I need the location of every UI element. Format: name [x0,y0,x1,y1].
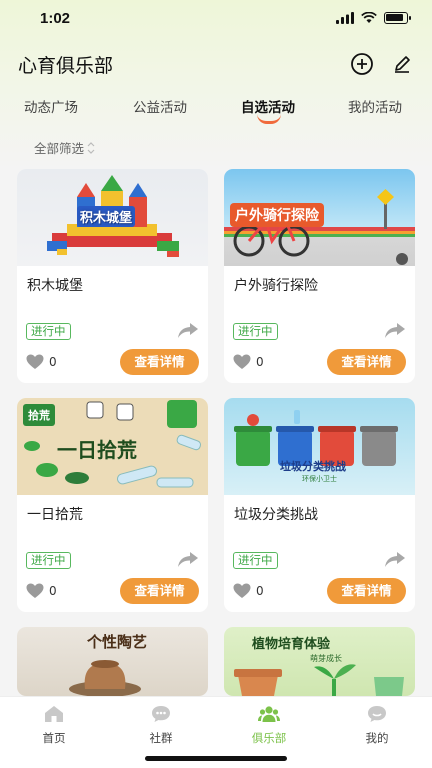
like-button[interactable]: 0 [233,583,264,599]
add-button[interactable] [348,50,376,78]
card-image: 植物培育体验 萌芽成长 [224,627,415,696]
edit-icon [395,56,410,73]
status-badge: 进行中 [233,323,278,340]
activity-card[interactable]: 垃圾分类挑战 环保小卫士 垃圾分类挑战 进行中 0 查看详情 [224,398,415,612]
card-image-title: 积木城堡 [77,206,136,227]
card-image: 积木城堡 [17,169,208,266]
card-image: 个性陶艺 [17,627,208,696]
activity-card[interactable]: 个性陶艺 [17,627,208,696]
view-details-button[interactable]: 查看详情 [327,349,406,375]
add-circle-icon [351,53,373,75]
signal-icon [336,12,354,24]
like-button[interactable]: 0 [26,583,57,599]
status-bar: 1:02 [0,0,432,40]
tab-bar: 动态广场 公益活动 自选活动 我的活动 [0,92,432,128]
tab-my-activities[interactable]: 我的活动 [348,96,402,116]
card-image-title: 垃圾分类挑战 [280,460,346,473]
share-icon[interactable] [384,321,406,339]
tab-dynamic-square[interactable]: 动态广场 [24,96,78,116]
header: 心育俱乐部 [0,44,432,84]
like-count: 0 [256,584,264,598]
card-image-title: 个性陶艺 [87,633,148,651]
edit-button[interactable] [388,50,416,78]
filter-label: 全部筛选 [34,141,85,156]
club-icon [258,706,280,722]
card-image-subtitle: 萌芽成长 [310,654,342,663]
card-title: 积木城堡 [27,278,83,294]
home-indicator [145,756,287,761]
tab-optional-activities[interactable]: 自选活动 [241,96,295,116]
card-title: 垃圾分类挑战 [234,507,318,523]
like-count: 0 [256,355,264,369]
status-badge: 进行中 [233,552,278,569]
like-count: 0 [49,355,57,369]
sort-icon [87,141,95,154]
heart-icon [26,354,44,369]
view-details-button[interactable]: 查看详情 [120,578,199,604]
status-badge: 进行中 [26,323,71,340]
nav-community-label: 社群 [149,731,173,745]
card-title: 户外骑行探险 [234,278,318,294]
view-details-button[interactable]: 查看详情 [120,349,199,375]
card-image: 拾荒 一日拾荒 [17,398,208,495]
activity-card[interactable]: 户外骑行探险 户外骑行探险 进行中 0 查看详情 [224,169,415,383]
nav-club[interactable]: 俱乐部 [229,705,309,746]
nav-home-label: 首页 [42,731,66,745]
status-icons [336,12,411,24]
like-button[interactable]: 0 [26,354,57,370]
nav-club-label: 俱乐部 [251,731,287,745]
nav-home[interactable]: 首页 [14,705,94,746]
share-icon[interactable] [177,550,199,568]
chat-icon [152,706,170,722]
battery-icon [384,12,411,24]
tab-public-welfare[interactable]: 公益活动 [133,96,187,116]
wifi-icon [361,12,377,23]
page-title: 心育俱乐部 [18,55,114,77]
nav-profile-label: 我的 [365,731,389,745]
activity-card[interactable]: 植物培育体验 萌芽成长 [224,627,415,696]
share-icon[interactable] [384,550,406,568]
like-button[interactable]: 0 [233,354,264,370]
like-count: 0 [49,584,57,598]
card-image: 户外骑行探险 [224,169,415,266]
view-details-button[interactable]: 查看详情 [327,578,406,604]
heart-icon [233,583,251,598]
nav-profile[interactable]: 我的 [337,705,417,746]
filter-dropdown[interactable]: 全部筛选 [34,138,95,157]
activity-card[interactable]: 积木城堡 积木城堡 进行中 0 查看详情 [17,169,208,383]
heart-icon [233,354,251,369]
status-badge: 进行中 [26,552,71,569]
heart-icon [26,583,44,598]
card-image-title: 一日拾荒 [57,438,137,462]
card-image-badge: 拾荒 [23,404,55,426]
profile-icon [368,706,386,722]
card-image-title: 植物培育体验 [252,637,331,652]
share-icon[interactable] [177,321,199,339]
card-image: 垃圾分类挑战 环保小卫士 [224,398,415,495]
home-icon [45,706,63,722]
nav-community[interactable]: 社群 [121,705,201,746]
card-image-subtitle: 环保小卫士 [302,475,337,483]
card-title: 一日拾荒 [27,507,83,523]
activity-card[interactable]: 拾荒 一日拾荒 一日拾荒 进行中 0 查看详情 [17,398,208,612]
card-image-title: 户外骑行探险 [230,203,324,227]
status-time: 1:02 [40,10,71,27]
